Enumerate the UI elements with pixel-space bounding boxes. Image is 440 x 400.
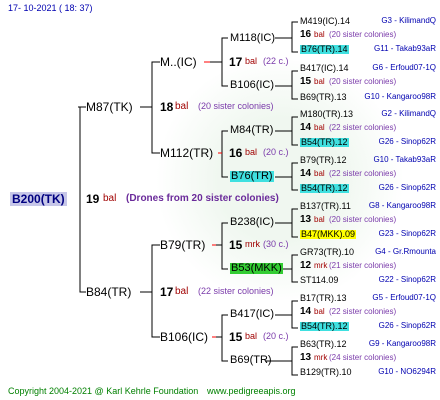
- gen3-item-1-note: (22 c.): [263, 56, 289, 66]
- gen3-item-1-year: 17: [229, 55, 243, 69]
- gen4-row-pedigree-code: G22 - Sinop62R: [378, 275, 436, 284]
- gen4-row-id: B54(TR).12: [300, 183, 349, 193]
- gen3-item-2-id: B106(IC): [230, 79, 275, 91]
- gen4-row-pedigree-code: G26 - Sinop62R: [378, 137, 436, 146]
- gen3-item-5-id: B238(IC): [230, 216, 275, 228]
- gen1-drone-year: 17: [160, 285, 174, 299]
- gen4-row-pedigree-code: G4 - Gr.Rmounta: [375, 247, 436, 256]
- gen4-row-pedigree-code: G10 - Kangaroo98R: [364, 92, 436, 101]
- gen4-row-id: GR73(TR).10: [300, 247, 355, 257]
- gen4-row-year: 13: [300, 214, 312, 225]
- gen4-row-bal: bal: [314, 215, 325, 224]
- gen4-row-id: ST114.09: [300, 275, 339, 285]
- gen1-queen-id: M87(TK): [86, 100, 133, 114]
- gen4-row-note: (24 sister colonies): [329, 353, 397, 362]
- gen4-row-pedigree-code: G9 - Kangaroo98R: [368, 339, 436, 348]
- gen4-row-year: 13: [300, 352, 312, 363]
- gen1-queen-note: (20 sister colonies): [198, 101, 274, 111]
- footer-site-link[interactable]: www.pedigreeapis.org: [207, 387, 296, 396]
- gen4-row-id: B137(TR).11: [300, 201, 351, 211]
- gen4-row-pedigree-code: G2 - KilimandQ: [381, 109, 436, 118]
- gen2-item-3-bal: mrk: [245, 239, 260, 249]
- gen2-item-3-note: (30 c.): [263, 239, 289, 249]
- gen4-row-id: B54(TR).12: [300, 137, 349, 147]
- gen4-row-id: M180(TR).13: [300, 109, 354, 119]
- gen4-row-year: 14: [300, 122, 312, 133]
- gen3-item-1-bal: bal: [245, 56, 258, 66]
- gen4-row-pedigree-code: G11 - Takab93aR: [374, 44, 436, 53]
- gen3-item-4-id: B76(TR): [230, 170, 274, 182]
- root-bal: bal: [103, 193, 117, 204]
- gen1-queen-year: 18: [160, 100, 174, 114]
- gen2-item-2-bal: bal: [245, 147, 258, 157]
- gen4-row-pedigree-code: G3 - KilimandQ: [381, 16, 436, 25]
- gen3-item-6-id: B53(MKK): [230, 262, 283, 274]
- gen4-row-year: 12: [300, 260, 312, 271]
- gen4-row-bal: mrk: [314, 261, 328, 270]
- gen4-row-bal: bal: [314, 77, 325, 86]
- gen4-row-id: M419(IC).14: [300, 16, 351, 26]
- gen4-row-pedigree-code: G26 - Sinop62R: [378, 321, 436, 330]
- root-bee-id: B200(TK): [10, 192, 67, 206]
- gen2-item-4-year: 15: [229, 330, 243, 344]
- gen3-item-8-id: B69(TR): [230, 354, 272, 366]
- gen4-row-bal: bal: [314, 123, 325, 132]
- gen4-row-note: (20 sister colonies): [329, 77, 397, 86]
- pedigree-canvas: 17- 10-2021 ( 18: 37) B200(TK) 19 bal (D…: [0, 0, 440, 400]
- gen2-item-4-bal: bal: [245, 331, 258, 341]
- gen2-item-2-year: 16: [229, 146, 243, 160]
- gen4-row-year: 15: [300, 76, 312, 87]
- gen4-row-pedigree-code: G10 - NO6294R: [378, 367, 436, 376]
- gen4-row-pedigree-code: G5 - Erfoud07-1Q: [372, 293, 436, 302]
- gen4-row-year: 14: [300, 306, 312, 317]
- gen4-row-bal: mrk: [314, 353, 328, 362]
- gen4-row-bal: bal: [314, 169, 325, 178]
- gen2-item-3-id: B79(TR): [160, 238, 206, 252]
- gen4-row-id: B417(IC).14: [300, 63, 349, 73]
- root-year: 19: [86, 192, 100, 206]
- gen4-row-note: (22 sister colonies): [329, 169, 397, 178]
- gen4-row-id: B63(TR).12: [300, 339, 347, 349]
- gen4-row-id: B129(TR).10: [300, 367, 352, 377]
- gen4-row-note: (22 sister colonies): [329, 123, 397, 132]
- footer-copyright: Copyright 2004-2021 @ Karl Kehrle Founda…: [8, 386, 199, 396]
- gen4-row-note: (22 sister colonies): [329, 307, 397, 316]
- gen4-row-pedigree-code: G8 - Kangaroo98R: [368, 201, 436, 210]
- gen4-row-note: (20 sister colonies): [329, 30, 397, 39]
- gen4-row-pedigree-code: G10 - Takab93aR: [373, 155, 436, 164]
- gen4-row-id: B69(TR).13: [300, 92, 347, 102]
- gen2-item-2-note: (20 c.): [263, 147, 289, 157]
- gen4-row-pedigree-code: G26 - Sinop62R: [378, 183, 436, 192]
- gen1-queen-bal: bal: [175, 101, 189, 112]
- gen4-row-note: (20 sister colonies): [329, 215, 397, 224]
- gen4-row-id: B47(MKK).09: [300, 229, 357, 239]
- date-stamp: 17- 10-2021 ( 18: 37): [8, 3, 93, 13]
- gen4-row-id: B54(TR).12: [300, 321, 349, 331]
- gen1-drone-id: B84(TR): [86, 285, 132, 299]
- gen4-row-pedigree-code: G23 - Sinop62R: [378, 229, 436, 238]
- gen3-item-1-id: M118(IC): [230, 32, 276, 44]
- gen3-item-7-id: B417(IC): [230, 308, 275, 320]
- gen1-drone-note: (22 sister colonies): [198, 286, 274, 296]
- gen2-item-2-id: M112(TR): [160, 146, 214, 160]
- gen4-row-id: B79(TR).12: [300, 155, 347, 165]
- gen4-row-pedigree-code: G6 - Erfoud07-1Q: [372, 63, 436, 72]
- gen2-item-1-id: M..(IC): [160, 55, 197, 69]
- gen2-item-3-year: 15: [229, 238, 243, 252]
- gen2-item-4-note: (20 c.): [263, 331, 289, 341]
- gen4-row-id: B17(TR).13: [300, 293, 347, 303]
- root-drones-note: (Drones from 20 sister colonies): [126, 193, 279, 204]
- gen4-row-bal: bal: [314, 30, 325, 39]
- gen2-item-4-id: B106(IC): [160, 330, 209, 344]
- gen4-row-note: (21 sister colonies): [329, 261, 397, 270]
- gen1-drone-bal: bal: [175, 286, 189, 297]
- gen4-row-year: 14: [300, 168, 312, 179]
- gen4-row-bal: bal: [314, 307, 325, 316]
- gen4-row-id: B76(TR).14: [300, 44, 349, 54]
- gen3-item-3-id: M84(TR): [230, 124, 274, 136]
- gen4-row-year: 16: [300, 29, 312, 40]
